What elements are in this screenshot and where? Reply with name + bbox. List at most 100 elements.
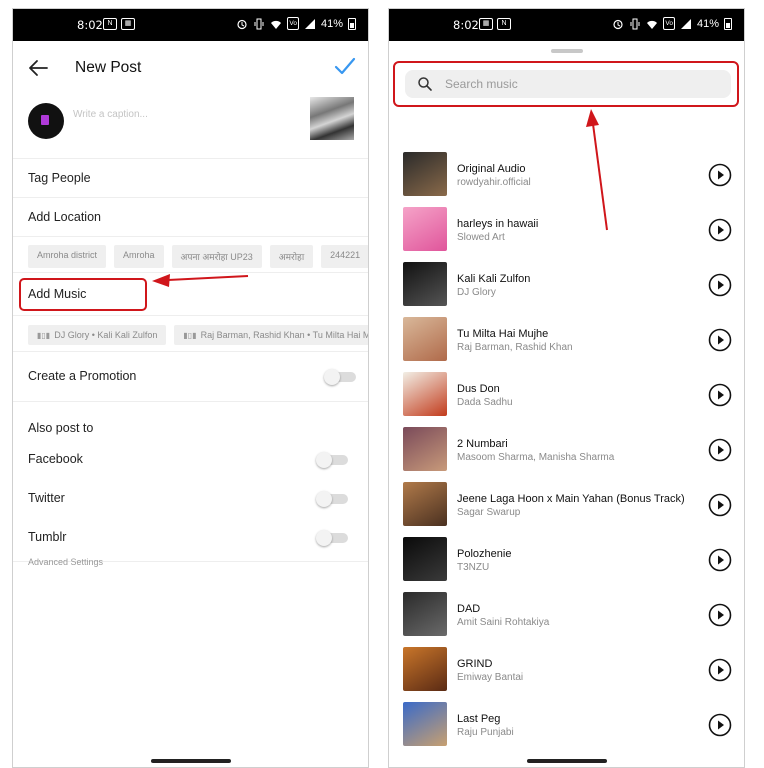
album-cover xyxy=(403,372,447,416)
track-artist: rowdyahir.official xyxy=(457,177,531,188)
track-title: Dus Don xyxy=(457,383,500,395)
add-location-row[interactable]: Add Location xyxy=(13,198,368,237)
track-artist: Masoom Sharma, Manisha Sharma xyxy=(457,452,615,463)
track-row[interactable]: DAD Amit Saini Rohtakiya xyxy=(389,589,744,644)
create-promotion-row: Create a Promotion xyxy=(13,352,368,402)
audio-bars-icon: ▮▯▮ xyxy=(183,331,197,340)
track-row[interactable]: GRIND Emiway Bantai xyxy=(389,644,744,699)
post-thumbnail[interactable] xyxy=(310,97,354,140)
track-artist: Emiway Bantai xyxy=(457,672,524,683)
track-row[interactable]: Kali Kali Zulfon DJ Glory xyxy=(389,259,744,314)
play-preview-icon[interactable] xyxy=(708,273,732,297)
track-row[interactable]: Polozhenie T3NZU xyxy=(389,534,744,589)
play-preview-icon[interactable] xyxy=(708,438,732,462)
twitter-row: Twitter xyxy=(13,483,368,513)
annotation-highlight-box xyxy=(393,61,739,107)
toggle-knob xyxy=(316,452,332,468)
track-artist: Raju Punjabi xyxy=(457,727,514,738)
music-chip[interactable]: ▮▯▮ Raj Barman, Rashid Khan • Tu Milta Ha… xyxy=(174,325,368,345)
track-row[interactable]: Dus Don Dada Sadhu xyxy=(389,369,744,424)
advanced-settings-link[interactable]: Advanced Settings xyxy=(28,557,103,567)
wifi-icon xyxy=(647,20,658,29)
album-cover xyxy=(403,647,447,691)
track-title: Polozhenie xyxy=(457,548,512,560)
tumblr-row: Tumblr xyxy=(13,522,368,552)
tag-people-row[interactable]: Tag People xyxy=(13,159,368,198)
play-preview-icon[interactable] xyxy=(708,603,732,627)
tag-people-label: Tag People xyxy=(28,171,91,185)
track-title: 2 Numbari xyxy=(457,438,508,450)
search-music-input[interactable] xyxy=(445,75,715,93)
track-artist: Slowed Art xyxy=(457,232,505,243)
track-row[interactable]: 2 Numbari Masoom Sharma, Manisha Sharma xyxy=(389,424,744,479)
play-preview-icon[interactable] xyxy=(708,493,732,517)
also-post-section: Also post to Facebook Twitter Tumblr xyxy=(13,402,368,562)
play-preview-icon[interactable] xyxy=(708,163,732,187)
new-post-screen: 8:02 N ▦ Vo 41% New Post Tag People Add … xyxy=(12,8,369,768)
status-notification-icon: ▦ xyxy=(479,18,493,30)
sheet-drag-handle[interactable] xyxy=(550,49,583,53)
album-cover xyxy=(403,702,447,746)
toggle-knob xyxy=(316,491,332,507)
play-preview-icon[interactable] xyxy=(708,328,732,352)
play-preview-icon[interactable] xyxy=(708,658,732,682)
facebook-row: Facebook xyxy=(13,444,368,474)
facebook-toggle[interactable] xyxy=(316,452,348,468)
location-suggestions: Amroha district Amroha अपना अमरोहा UP23 … xyxy=(13,237,368,273)
play-preview-icon[interactable] xyxy=(708,713,732,737)
wifi-icon xyxy=(271,20,282,29)
status-notification-icon: ▦ xyxy=(121,18,135,30)
track-artist: Amit Saini Rohtakiya xyxy=(457,617,550,628)
play-preview-icon[interactable] xyxy=(708,218,732,242)
twitter-toggle[interactable] xyxy=(316,491,348,507)
back-arrow-icon[interactable] xyxy=(27,57,49,79)
track-row[interactable]: Original Audio rowdyahir.official xyxy=(389,149,744,204)
alarm-icon xyxy=(613,19,623,29)
track-row[interactable]: Tu Milta Hai Mujhe Raj Barman, Rashid Kha… xyxy=(389,314,744,369)
battery-icon xyxy=(724,17,732,30)
location-chip[interactable]: Amroha district xyxy=(28,245,107,268)
tumblr-toggle[interactable] xyxy=(316,530,348,546)
signal-icon xyxy=(680,18,691,29)
add-music-row[interactable]: Add Music xyxy=(13,273,368,316)
caption-input[interactable] xyxy=(73,109,273,120)
twitter-label: Twitter xyxy=(28,491,65,505)
location-chip[interactable]: अमरोहा xyxy=(269,245,314,268)
share-check-icon[interactable] xyxy=(334,55,356,77)
status-notification-icon: N xyxy=(103,18,117,30)
gesture-nav-bar[interactable] xyxy=(150,759,231,763)
vibrate-icon xyxy=(630,18,640,29)
add-location-label: Add Location xyxy=(28,210,101,224)
track-title: Tu Milta Hai Mujhe xyxy=(457,328,549,340)
promotion-toggle[interactable] xyxy=(324,369,356,385)
track-artist: Sagar Swarup xyxy=(457,507,521,518)
track-row[interactable]: Last Peg Raju Punjabi xyxy=(389,699,744,754)
album-cover xyxy=(403,207,447,251)
search-bar[interactable] xyxy=(405,70,731,98)
search-icon xyxy=(418,77,432,91)
music-chip-label: DJ Glory • Kali Kali Zulfon xyxy=(54,330,158,340)
status-bar: 8:02 ▦ N Vo 41% xyxy=(389,9,744,41)
location-chip[interactable]: Amroha xyxy=(114,245,164,268)
volte-icon: Vo xyxy=(663,17,675,30)
album-cover xyxy=(403,592,447,636)
location-chip[interactable]: 244221 xyxy=(321,245,368,268)
status-bar: 8:02 N ▦ Vo 41% xyxy=(13,9,368,41)
track-artist: T3NZU xyxy=(457,562,490,573)
location-chip[interactable]: अपना अमरोहा UP23 xyxy=(171,245,262,268)
music-suggestions: ▮▯▮ DJ Glory • Kali Kali Zulfon ▮▯▮ Raj Ba… xyxy=(13,316,368,352)
album-cover xyxy=(403,482,447,526)
volte-icon: Vo xyxy=(287,17,299,30)
annotation-highlight-box xyxy=(19,278,147,311)
play-preview-icon[interactable] xyxy=(708,383,732,407)
status-notification-icon: N xyxy=(497,18,511,30)
track-row[interactable]: harleys in hawaii Slowed Art xyxy=(389,204,744,259)
gesture-nav-bar[interactable] xyxy=(526,759,607,763)
status-time: 8:02 xyxy=(77,18,103,32)
battery-icon xyxy=(348,17,356,30)
music-chip[interactable]: ▮▯▮ DJ Glory • Kali Kali Zulfon xyxy=(28,325,167,345)
track-row[interactable]: Jeene Laga Hoon x Main Yahan (Bonus Trac… xyxy=(389,479,744,534)
play-preview-icon[interactable] xyxy=(708,548,732,572)
music-chip-label: Raj Barman, Rashid Khan • Tu Milta Hai M… xyxy=(200,330,368,340)
signal-icon xyxy=(304,18,315,29)
